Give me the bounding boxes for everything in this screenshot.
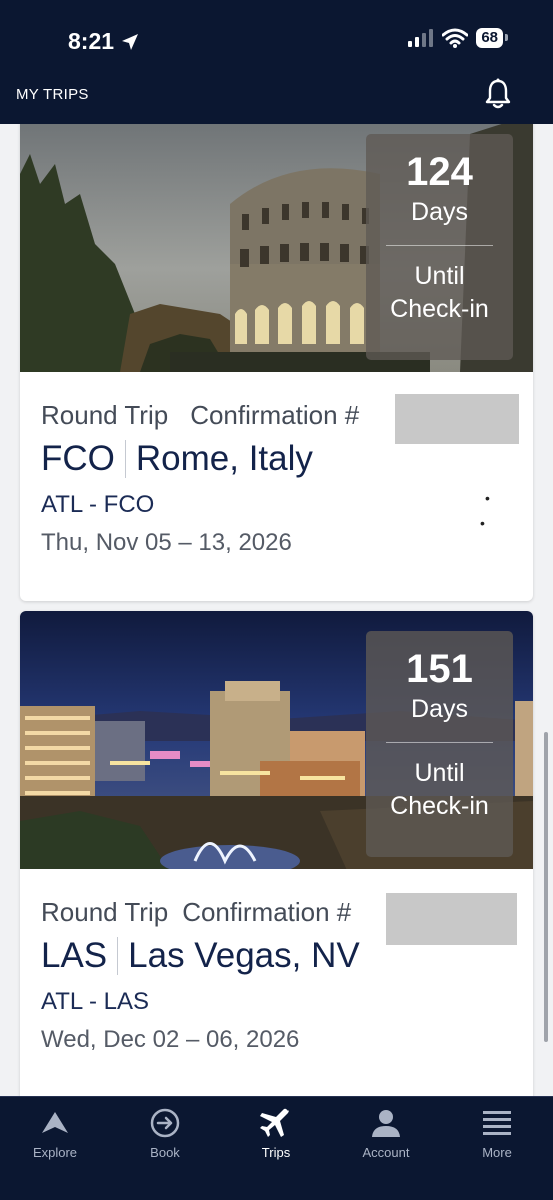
countdown-label-line2: Check-in	[390, 295, 489, 323]
airport-code: LAS	[41, 936, 108, 975]
countdown-days-number: 151	[406, 647, 473, 691]
battery-indicator: 68	[476, 28, 508, 48]
tab-explore-label: Explore	[32, 1145, 78, 1160]
trip-dates: Wed, Dec 02 – 06, 2026	[41, 1026, 300, 1053]
destination-separator	[117, 937, 119, 975]
confirmation-label: Confirmation #	[182, 897, 352, 927]
airport-code: FCO	[41, 439, 115, 478]
trip-card-rome[interactable]: 124 Days Until Check-in Round Trip Confir…	[20, 124, 533, 601]
countdown-days-unit: Days	[411, 198, 468, 226]
wifi-icon	[442, 28, 469, 48]
tab-trips[interactable]: Trips	[221, 1107, 331, 1160]
destination-heading: FCO Rome, Italy	[41, 439, 533, 479]
bottom-tab-bar: Explore Book Trips Account More	[0, 1096, 553, 1200]
top-nav-bar: MY TRIPS	[0, 78, 553, 124]
trip-dates: Thu, Nov 05 – 13, 2026	[41, 529, 292, 556]
trips-list[interactable]: 124 Days Until Check-in Round Trip Confir…	[0, 124, 553, 1096]
countdown-badge-las-vegas: 151 Days Until Check-in	[366, 631, 513, 857]
location-arrow-icon	[122, 33, 139, 50]
confirmation-label: Confirmation #	[190, 400, 360, 430]
confirmation-number-redacted	[386, 893, 517, 945]
cellular-signal-icon	[408, 29, 434, 47]
trip-info-las-vegas: Round Trip Confirmation # LAS Las Vegas, …	[20, 869, 533, 1054]
page-title: MY TRIPS	[16, 86, 89, 103]
trip-info-rome: Round Trip Confirmation # FCO Rome, Italy…	[20, 372, 533, 557]
explore-icon	[42, 1112, 68, 1133]
trip-type-label: Round Trip	[41, 897, 169, 927]
status-bar: 8:21 68	[0, 0, 553, 78]
more-options-icon-dot: •	[480, 515, 485, 531]
menu-icon	[483, 1111, 511, 1135]
flight-route: ATL - LAS	[41, 988, 150, 1015]
tab-account[interactable]: Account	[331, 1107, 441, 1160]
destination-city: Las Vegas, NV	[128, 936, 360, 975]
tab-book-label: Book	[150, 1145, 180, 1160]
destination-photo-rome: 124 Days Until Check-in	[20, 124, 533, 372]
trip-type-label: Round Trip	[41, 400, 169, 430]
status-time-text: 8:21	[68, 28, 115, 54]
countdown-days-unit: Days	[411, 695, 468, 723]
confirmation-number-redacted	[395, 394, 519, 444]
tab-account-label: Account	[362, 1145, 410, 1160]
flight-route: ATL - FCO	[41, 491, 155, 518]
tab-book[interactable]: Book	[110, 1107, 220, 1160]
scrollbar[interactable]	[544, 732, 548, 1042]
countdown-label-line1: Until	[414, 262, 465, 290]
status-time: 8:21	[68, 28, 140, 55]
countdown-label-line1: Until	[414, 759, 465, 787]
countdown-divider	[386, 742, 493, 743]
more-options-icon[interactable]: •	[485, 490, 490, 506]
destination-city: Rome, Italy	[135, 439, 313, 478]
notification-bell-icon[interactable]	[483, 78, 513, 110]
countdown-badge-rome: 124 Days Until Check-in	[366, 134, 513, 360]
destination-photo-las-vegas: 151 Days Until Check-in	[20, 611, 533, 869]
tab-trips-label: Trips	[261, 1145, 291, 1160]
tab-more[interactable]: More	[442, 1107, 552, 1160]
countdown-days-number: 124	[406, 150, 473, 194]
trip-card-las-vegas[interactable]: 151 Days Until Check-in Round Trip Confir…	[20, 611, 533, 1096]
plane-icon	[260, 1108, 289, 1137]
countdown-divider	[386, 245, 493, 246]
book-icon	[150, 1108, 180, 1138]
destination-separator	[124, 440, 126, 478]
account-icon	[372, 1110, 400, 1137]
tab-more-label: More	[482, 1145, 512, 1160]
countdown-label-line2: Check-in	[390, 792, 489, 820]
tab-explore[interactable]: Explore	[0, 1107, 110, 1160]
